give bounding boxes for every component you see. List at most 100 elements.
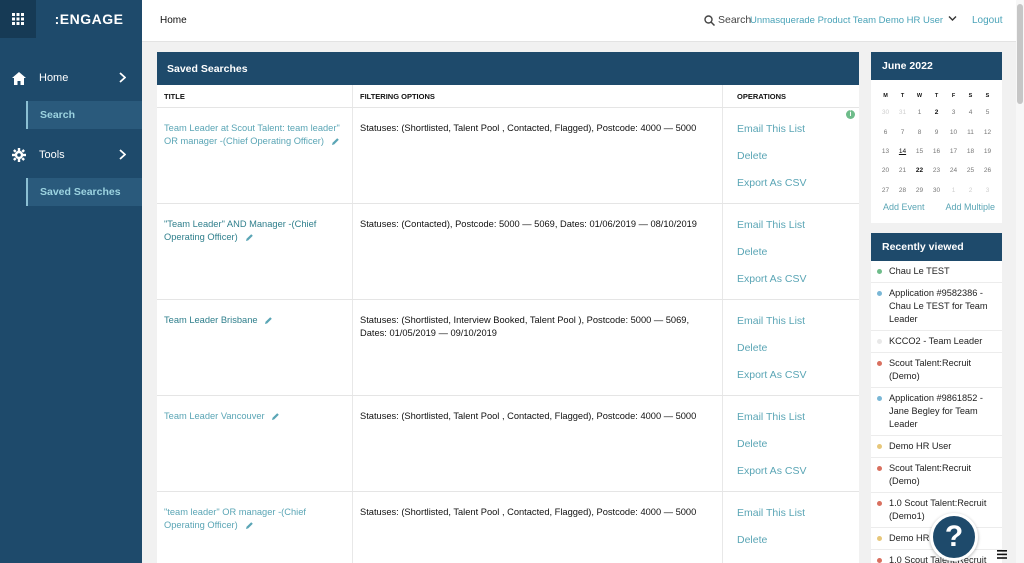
calendar-day[interactable]: 26 [979,161,996,180]
help-button[interactable]: ? [930,513,978,561]
table-row: Team Leader at Scout Talent: team leader… [157,108,859,204]
saved-search-title-link[interactable]: Team Leader Vancouver [164,411,265,421]
delete-button[interactable]: Delete [737,437,859,464]
recent-item[interactable]: Demo HR User [871,436,1002,458]
pencil-icon[interactable] [271,412,280,421]
calendar-day[interactable]: 14 [894,142,911,161]
calendar-day[interactable]: 15 [911,142,928,161]
calendar-day[interactable]: 12 [979,122,996,141]
export-csv-button[interactable]: Export As CSV [737,272,859,299]
saved-search-title-link[interactable]: "Team Leader" AND Manager -(Chief Operat… [164,219,316,242]
calendar-day[interactable]: 21 [894,161,911,180]
chevron-down-icon[interactable] [948,15,957,22]
calendar-day[interactable]: 30 [928,181,945,200]
recent-item-label: Application #9861852 - Jane Begley for T… [889,393,983,429]
sidebar-item-tools[interactable]: Tools [0,145,142,165]
email-list-button[interactable]: Email This List [737,410,859,437]
calendar-day[interactable]: 20 [877,161,894,180]
search-icon [704,14,715,26]
sidebar-nav: Home Search Tools Saved Searches [0,68,142,206]
recent-item[interactable]: KCCO2 - Team Leader [871,331,1002,353]
calendar-day[interactable]: 17 [945,142,962,161]
scrollbar-thumb[interactable] [1017,4,1023,104]
pencil-icon[interactable] [331,137,340,146]
calendar-day[interactable]: 18 [962,142,979,161]
calendar-day[interactable]: 2 [928,103,945,122]
panel-title: Saved Searches [157,52,859,85]
calendar-day[interactable]: 23 [928,161,945,180]
calendar-day[interactable]: 13 [877,142,894,161]
brand-bar: :ENGAGE [0,0,142,38]
breadcrumb[interactable]: Home [160,15,187,26]
calendar-day[interactable]: 25 [962,161,979,180]
calendar-day[interactable]: 6 [877,122,894,141]
recent-item[interactable]: Scout Talent:Recruit (Demo) [871,353,1002,388]
unmasquerade-link[interactable]: Unmasquerade Product Team Demo HR User [750,15,943,26]
header-search-button[interactable]: Search [704,14,751,26]
chevron-right-icon [119,72,126,83]
email-list-button[interactable]: Email This List [737,506,859,533]
calendar-day[interactable]: 30 [877,103,894,122]
export-csv-button[interactable]: Export As CSV [737,176,859,203]
recent-item-label: Application #9582386 - Chau Le TEST for … [889,288,988,324]
calendar-day[interactable]: 7 [894,122,911,141]
delete-button[interactable]: Delete [737,341,859,368]
calendar-day[interactable]: 22 [911,161,928,180]
calendar-day[interactable]: 3 [979,181,996,200]
add-event-link[interactable]: Add Event [883,202,925,212]
weekday-header: M [883,93,888,99]
delete-button[interactable]: Delete [737,245,859,272]
calendar-day[interactable]: 31 [894,103,911,122]
filter-options: Statuses: (Shortlisted, Talent Pool , Co… [360,411,697,421]
type-dot-icon [877,536,882,541]
saved-search-title-link[interactable]: "team leader" OR manager -(Chief Operati… [164,507,306,530]
recent-item[interactable]: Scout Talent:Recruit (Demo) [871,458,1002,493]
add-multiple-link[interactable]: Add Multiple [945,202,995,212]
email-list-button[interactable]: Email This List [737,218,859,245]
calendar-widget: June 2022 M T W T F S S 30 31 1 2 3 4 5 6 7 8 9 10 11 12 13 14… [871,52,1002,223]
table-header: TITLE FILTERING OPTIONS OPERATIONS [157,85,859,108]
pencil-icon[interactable] [245,233,254,242]
apps-grid-button[interactable] [0,0,36,38]
calendar-day[interactable]: 29 [911,181,928,200]
recent-item[interactable]: Chau Le TEST [871,261,1002,283]
saved-search-title-link[interactable]: Team Leader Brisbane [164,315,258,325]
type-dot-icon [877,396,882,401]
email-list-button[interactable]: Email This List [737,122,859,149]
calendar-day[interactable]: 2 [962,181,979,200]
export-csv-button[interactable]: Export As CSV [737,464,859,491]
sidebar-subitem-search[interactable]: Search [26,101,142,129]
info-icon[interactable]: i [846,110,855,119]
saved-search-title-link[interactable]: Team Leader at Scout Talent: team leader… [164,123,340,146]
sidebar-item-home[interactable]: Home [0,68,142,88]
calendar-day[interactable]: 16 [928,142,945,161]
logout-link[interactable]: Logout [972,15,1003,26]
calendar-day[interactable]: 4 [962,103,979,122]
email-list-button[interactable]: Email This List [737,314,859,341]
export-csv-button[interactable]: Export As CSV [737,368,859,395]
chevron-right-icon [119,149,126,160]
calendar-day[interactable]: 28 [894,181,911,200]
sidebar-subitem-saved-searches[interactable]: Saved Searches [26,178,142,206]
brand-logo: :ENGAGE [54,11,124,27]
page-scrollbar[interactable] [1016,0,1024,563]
delete-button[interactable]: Delete [737,149,859,176]
pencil-icon[interactable] [264,316,273,325]
calendar-day[interactable]: 1 [945,181,962,200]
calendar-grid: M T W T F S S 30 31 1 2 3 4 5 6 7 8 9 10 11 12 13 14 15 16 17 18 19… [871,89,1002,200]
calendar-day[interactable]: 8 [911,122,928,141]
calendar-day[interactable]: 5 [979,103,996,122]
calendar-day[interactable]: 1 [911,103,928,122]
calendar-day[interactable]: 11 [962,122,979,141]
menu-icon[interactable] [997,550,1007,559]
delete-button[interactable]: Delete [737,533,859,560]
recent-item[interactable]: Application #9582386 - Chau Le TEST for … [871,283,1002,331]
calendar-day[interactable]: 9 [928,122,945,141]
calendar-day[interactable]: 3 [945,103,962,122]
recent-item[interactable]: Application #9861852 - Jane Begley for T… [871,388,1002,436]
calendar-day[interactable]: 27 [877,181,894,200]
pencil-icon[interactable] [245,521,254,530]
calendar-day[interactable]: 24 [945,161,962,180]
calendar-day[interactable]: 19 [979,142,996,161]
calendar-day[interactable]: 10 [945,122,962,141]
